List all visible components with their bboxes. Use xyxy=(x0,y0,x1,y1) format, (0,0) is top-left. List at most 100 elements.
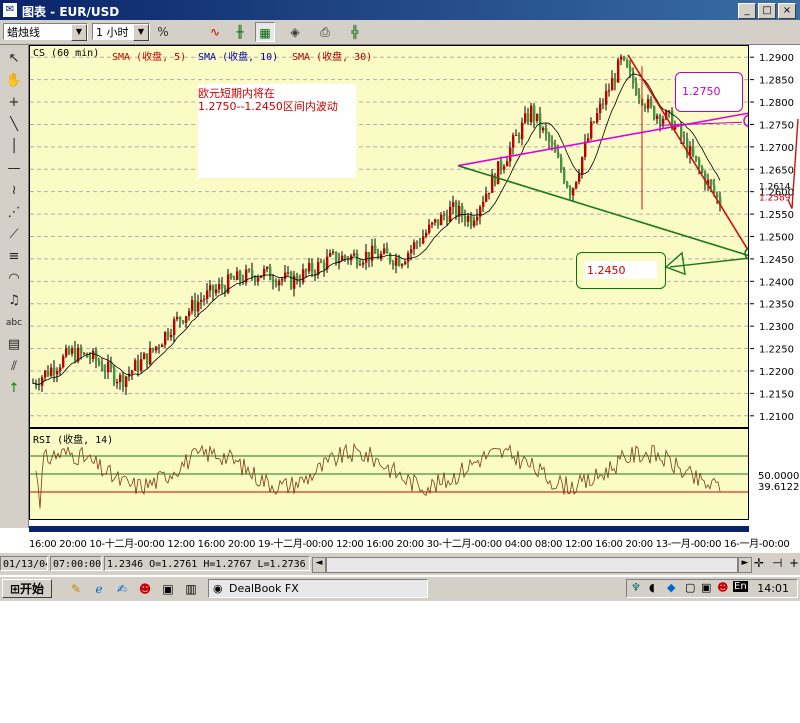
candle-body xyxy=(149,348,152,365)
gann-icon[interactable]: ⟋ xyxy=(2,225,26,245)
crosshair-icon[interactable]: + xyxy=(2,93,26,113)
arrow-icon[interactable]: ↑ xyxy=(2,379,26,399)
candle-body xyxy=(167,331,170,338)
candle-body xyxy=(545,127,548,135)
candle-body xyxy=(92,350,95,359)
candle-body xyxy=(629,67,632,72)
candle-body xyxy=(488,192,491,194)
price-tick-label: 1.2800 xyxy=(759,98,794,109)
cycle-icon[interactable]: ◠ xyxy=(2,269,26,289)
candle-body xyxy=(200,299,203,302)
monitor-icon[interactable]: ▢ xyxy=(685,581,695,594)
percent-icon[interactable]: % xyxy=(153,22,173,42)
candle-body xyxy=(257,277,260,282)
price-tick-label: 1.2900 xyxy=(759,53,794,64)
trendline-icon[interactable]: ╲ xyxy=(2,115,26,135)
pointer-icon[interactable]: ↖ xyxy=(2,49,26,69)
candle-body xyxy=(188,311,191,317)
candle-body xyxy=(107,361,110,373)
price-tick-label: 1.2450 xyxy=(759,255,794,266)
chart-app-icon[interactable]: ✉ xyxy=(3,3,17,17)
maximize-button[interactable]: □ xyxy=(758,3,776,19)
annotation-box[interactable]: 欧元短期内将在 1.2750--1.2450区间内波动 xyxy=(198,84,356,178)
network-icon[interactable]: ♆ xyxy=(631,581,641,594)
language-indicator[interactable]: En xyxy=(733,581,748,592)
start-button[interactable]: ⊞开始 xyxy=(2,579,52,598)
print-icon[interactable]: ⎙ xyxy=(315,22,335,42)
zoom-in-icon[interactable]: ✛ xyxy=(754,556,764,570)
scroll-left-icon[interactable]: ◄ xyxy=(312,557,326,573)
speaker-icon[interactable]: ◖ xyxy=(649,581,655,594)
hline-icon[interactable]: — xyxy=(2,159,26,179)
candle-body xyxy=(485,193,488,202)
channel-icon[interactable]: ≡ xyxy=(2,247,26,267)
label-low-box[interactable]: 1.2450 xyxy=(576,252,666,289)
rsi-axis: 50.0000 39.6122 xyxy=(750,428,800,520)
tray-app-icon[interactable]: ▣ xyxy=(701,581,711,594)
chevron-down-icon[interactable]: ▼ xyxy=(71,24,87,41)
sma-line xyxy=(32,73,721,386)
fan-icon[interactable]: ⋰ xyxy=(2,203,26,223)
price-chart[interactable]: CS (60 min) SMA (收盘, 5) SMA (收盘, 10) SMA… xyxy=(29,45,749,428)
price-tick-label: 1.2400 xyxy=(759,277,794,288)
candle-body xyxy=(512,135,515,148)
browser-icon[interactable]: ℯ xyxy=(91,581,107,597)
calculator-icon[interactable]: ▤ xyxy=(2,335,26,355)
minimize-button[interactable]: _ xyxy=(738,3,756,19)
candle-body xyxy=(404,261,407,265)
chevron-down-icon[interactable]: ▼ xyxy=(133,24,149,41)
candle-body xyxy=(452,202,455,207)
window-titlebar: ✉ 图表 - EUR/USD _ □ × xyxy=(0,0,800,20)
scroll-right-icon[interactable]: ► xyxy=(738,557,752,573)
time-scroll-bar[interactable] xyxy=(29,526,749,532)
timeframe-select[interactable]: 1 小时 ▼ xyxy=(92,23,150,41)
candle-body xyxy=(182,320,185,323)
folder-icon[interactable]: ▥ xyxy=(183,581,199,597)
close-button[interactable]: × xyxy=(778,3,796,19)
eraser-icon[interactable]: ◈ xyxy=(285,22,305,42)
pencil-icon[interactable]: ✎ xyxy=(68,581,84,597)
candle-body xyxy=(569,187,572,196)
grid-icon[interactable]: ▦ xyxy=(255,22,275,42)
text-icon[interactable]: abc xyxy=(2,313,26,333)
candle-body xyxy=(263,268,266,276)
annotation-line1: 欧元短期内将在 xyxy=(198,87,275,100)
desktop-icon[interactable]: ▣ xyxy=(160,581,176,597)
qq-icon[interactable]: ☻ xyxy=(137,581,153,597)
shield-icon[interactable]: ◆ xyxy=(667,581,675,594)
candle-body xyxy=(140,359,143,371)
candle-body xyxy=(596,113,599,123)
wave-icon[interactable]: ≀ xyxy=(2,181,26,201)
chart-type-select[interactable]: 蜡烛线 ▼ xyxy=(3,23,88,41)
candle-body xyxy=(509,147,512,162)
candle-body xyxy=(248,269,251,271)
candle-body xyxy=(500,161,503,170)
candle-body xyxy=(320,261,323,263)
candle-body xyxy=(239,271,242,281)
qq-tray-icon[interactable]: ☻ xyxy=(717,581,728,594)
candle-body xyxy=(134,360,137,371)
zoom-out-icon[interactable]: ⊣ xyxy=(772,556,782,570)
scrollbar-track[interactable] xyxy=(326,557,738,573)
candle-body xyxy=(281,278,284,281)
candle-body xyxy=(617,59,620,83)
price-axis[interactable]: 1.2900 1.2850 1.2800 1.2750 1.2700 1.2650 1.26… xyxy=(750,45,800,428)
rsi-chart[interactable]: RSI (收盘, 14) xyxy=(29,428,749,520)
taskbar-item-dealbook[interactable]: ◉ DealBook FX xyxy=(208,579,428,598)
edit-icon[interactable]: ✍ xyxy=(114,581,130,597)
time-axis[interactable]: 16:00 20:00 10-十二月-00:00 12:00 16:00 20:… xyxy=(29,526,790,550)
candlestick-plot[interactable] xyxy=(30,46,748,427)
parallel-icon[interactable]: ⫽ xyxy=(2,357,26,377)
crosshair-icon[interactable]: ╬ xyxy=(345,22,365,42)
bar-icon[interactable]: ╫ xyxy=(230,22,250,42)
price-tick-label: 1.2250 xyxy=(759,345,794,356)
rsi-plot[interactable] xyxy=(30,429,748,519)
vline-icon[interactable]: │ xyxy=(2,137,26,157)
candle-body xyxy=(254,276,257,282)
expand-icon[interactable]: + xyxy=(789,556,799,570)
sma-icon[interactable]: ∿ xyxy=(205,22,225,42)
bell-icon[interactable]: ♫ xyxy=(2,291,26,311)
hand-icon[interactable]: ✋ xyxy=(2,71,26,91)
label-high-box[interactable]: 1.2750 xyxy=(675,72,743,112)
candle-body xyxy=(230,274,233,279)
